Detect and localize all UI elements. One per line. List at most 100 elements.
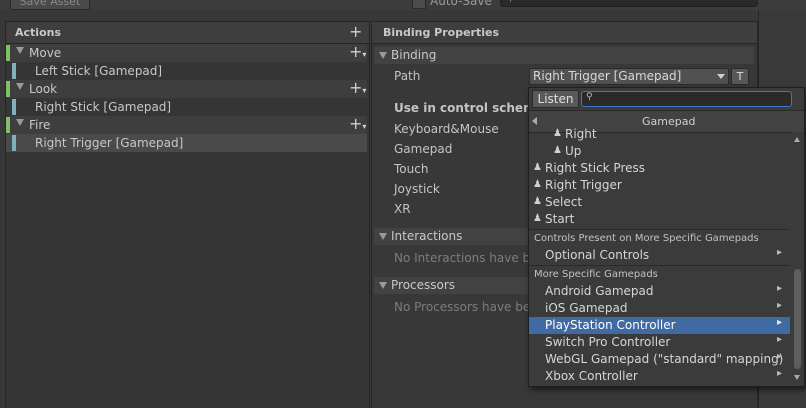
- add-action-button[interactable]: +: [349, 24, 362, 40]
- gamepad-item-webgl[interactable]: WebGL Gamepad ("standard" mapping) ▸: [529, 351, 790, 368]
- chevron-right-icon: ▸: [776, 300, 782, 311]
- action-label: Look: [29, 82, 58, 96]
- dropdown-scrollbar[interactable]: [792, 132, 803, 385]
- binding-properties-title: Binding Properties: [383, 26, 500, 39]
- control-item[interactable]: ♟ Right Trigger: [529, 177, 790, 194]
- section-label: Interactions: [391, 229, 463, 243]
- add-binding-button[interactable]: +▾: [349, 116, 366, 134]
- path-value: Right Trigger [Gamepad]: [533, 69, 682, 83]
- chevron-right-icon: ▸: [776, 334, 782, 345]
- person-icon: ♟: [533, 179, 542, 190]
- control-label: Start: [545, 212, 575, 226]
- scheme-xr[interactable]: XR: [394, 202, 411, 216]
- group-divider: [529, 229, 790, 230]
- scheme-touch[interactable]: Touch: [394, 162, 428, 176]
- gamepad-item-ios[interactable]: iOS Gamepad ▸: [529, 300, 790, 317]
- scroll-up-arrow-icon[interactable]: [794, 137, 800, 142]
- collapse-triangle-icon[interactable]: [379, 233, 387, 240]
- control-item[interactable]: ♟ Select: [529, 194, 790, 211]
- dropdown-arrow-icon: [717, 74, 725, 79]
- control-item[interactable]: ♟ Right Stick Press: [529, 160, 790, 177]
- binding-color-strip: [12, 63, 16, 79]
- item-label: Switch Pro Controller: [545, 335, 671, 349]
- gamepad-item-switch-pro[interactable]: Switch Pro Controller ▸: [529, 334, 790, 351]
- scroll-down-arrow-icon[interactable]: [794, 375, 800, 380]
- group-title: More Specific Gamepads: [534, 269, 658, 280]
- action-color-strip: [6, 117, 10, 133]
- expand-triangle-icon[interactable]: [16, 83, 24, 90]
- chevron-right-icon: ▸: [776, 283, 782, 294]
- item-label: WebGL Gamepad ("standard" mapping): [545, 352, 784, 366]
- save-asset-button[interactable]: Save Asset: [10, 0, 90, 10]
- actions-title: Actions: [15, 26, 61, 39]
- text-mode-button[interactable]: T: [731, 68, 749, 85]
- action-row-look[interactable]: Look +▾: [6, 80, 367, 98]
- collapse-triangle-icon[interactable]: [379, 52, 387, 59]
- item-label: PlayStation Controller: [545, 318, 676, 332]
- control-picker-dropdown: Listen ⚲ Gamepad ♟ Right ♟ Up ♟ Right St…: [528, 87, 805, 387]
- control-label: Select: [545, 195, 583, 209]
- toolbar-search-input[interactable]: ⚲: [500, 0, 758, 7]
- group-divider: [529, 265, 790, 266]
- gamepad-item-playstation[interactable]: PlayStation Controller ▸: [529, 317, 790, 334]
- interactions-empty-text: No Interactions have bee: [394, 251, 545, 265]
- action-color-strip: [6, 45, 10, 61]
- search-icon: ⚲: [507, 0, 514, 3]
- control-label: Right Stick Press: [545, 161, 646, 175]
- auto-save-checkbox[interactable]: [412, 0, 426, 9]
- binding-label: Right Trigger [Gamepad]: [35, 136, 184, 150]
- add-binding-button[interactable]: +▾: [349, 44, 366, 62]
- gamepad-item-android[interactable]: Android Gamepad ▸: [529, 283, 790, 300]
- scrollbar-thumb[interactable]: [794, 269, 801, 369]
- gamepad-item-xbox[interactable]: Xbox Controller ▸: [529, 368, 790, 385]
- binding-label: Right Stick [Gamepad]: [35, 100, 172, 114]
- listen-button[interactable]: Listen: [532, 90, 579, 108]
- actions-panel: Actions + Move +▾ Left Stick [Gamepad] L…: [5, 21, 370, 408]
- person-icon: ♟: [533, 196, 542, 207]
- use-in-control-scheme-label: Use in control scheme: [394, 101, 544, 115]
- section-label: Processors: [391, 278, 456, 292]
- item-label: iOS Gamepad: [545, 301, 628, 315]
- control-label: Right: [565, 127, 597, 141]
- person-icon: ♟: [553, 145, 562, 156]
- processors-empty-text: No Processors have bee: [394, 300, 538, 314]
- scheme-gamepad[interactable]: Gamepad: [394, 142, 452, 156]
- search-icon: ⚲: [586, 92, 593, 102]
- item-label: Optional Controls: [545, 248, 650, 262]
- action-row-fire[interactable]: Fire +▾: [6, 116, 367, 134]
- collapse-triangle-icon[interactable]: [379, 282, 387, 289]
- group-title: Controls Present on More Specific Gamepa…: [534, 233, 759, 244]
- item-label: Android Gamepad: [545, 284, 654, 298]
- expand-triangle-icon[interactable]: [16, 119, 24, 126]
- binding-label: Left Stick [Gamepad]: [35, 64, 163, 78]
- scheme-joystick[interactable]: Joystick: [394, 182, 440, 196]
- binding-properties-header: Binding Properties: [372, 22, 757, 44]
- toolbar: Save Asset Auto-Save ⚲: [0, 0, 806, 10]
- section-label: Binding: [391, 48, 437, 62]
- control-label: Up: [565, 144, 582, 158]
- add-binding-button[interactable]: +▾: [349, 80, 366, 98]
- back-arrow-icon[interactable]: [532, 117, 537, 125]
- action-row-move[interactable]: Move +▾: [6, 44, 367, 62]
- binding-row[interactable]: Left Stick [Gamepad]: [6, 62, 367, 80]
- control-item[interactable]: ♟ Up: [529, 143, 790, 160]
- binding-row[interactable]: Right Stick [Gamepad]: [6, 98, 367, 116]
- expand-triangle-icon[interactable]: [16, 47, 24, 54]
- control-item[interactable]: ♟ Start: [529, 211, 790, 228]
- person-icon: ♟: [533, 213, 542, 224]
- binding-row-selected[interactable]: Right Trigger [Gamepad]: [6, 134, 367, 152]
- control-item[interactable]: ♟ Right: [529, 126, 790, 143]
- chevron-right-icon: ▸: [776, 351, 782, 362]
- person-icon: ♟: [553, 128, 562, 139]
- binding-section-header[interactable]: Binding: [374, 47, 754, 64]
- path-dropdown[interactable]: Right Trigger [Gamepad]: [529, 68, 729, 85]
- scheme-keyboard-mouse[interactable]: Keyboard&Mouse: [394, 122, 499, 136]
- optional-controls-item[interactable]: Optional Controls ▸: [529, 247, 790, 264]
- action-label: Fire: [29, 118, 51, 132]
- binding-color-strip: [12, 99, 16, 115]
- person-icon: ♟: [533, 162, 542, 173]
- path-label: Path: [394, 69, 421, 83]
- chevron-right-icon: ▸: [776, 368, 782, 379]
- control-search-input[interactable]: ⚲: [581, 91, 792, 107]
- item-label: Xbox Controller: [545, 369, 638, 383]
